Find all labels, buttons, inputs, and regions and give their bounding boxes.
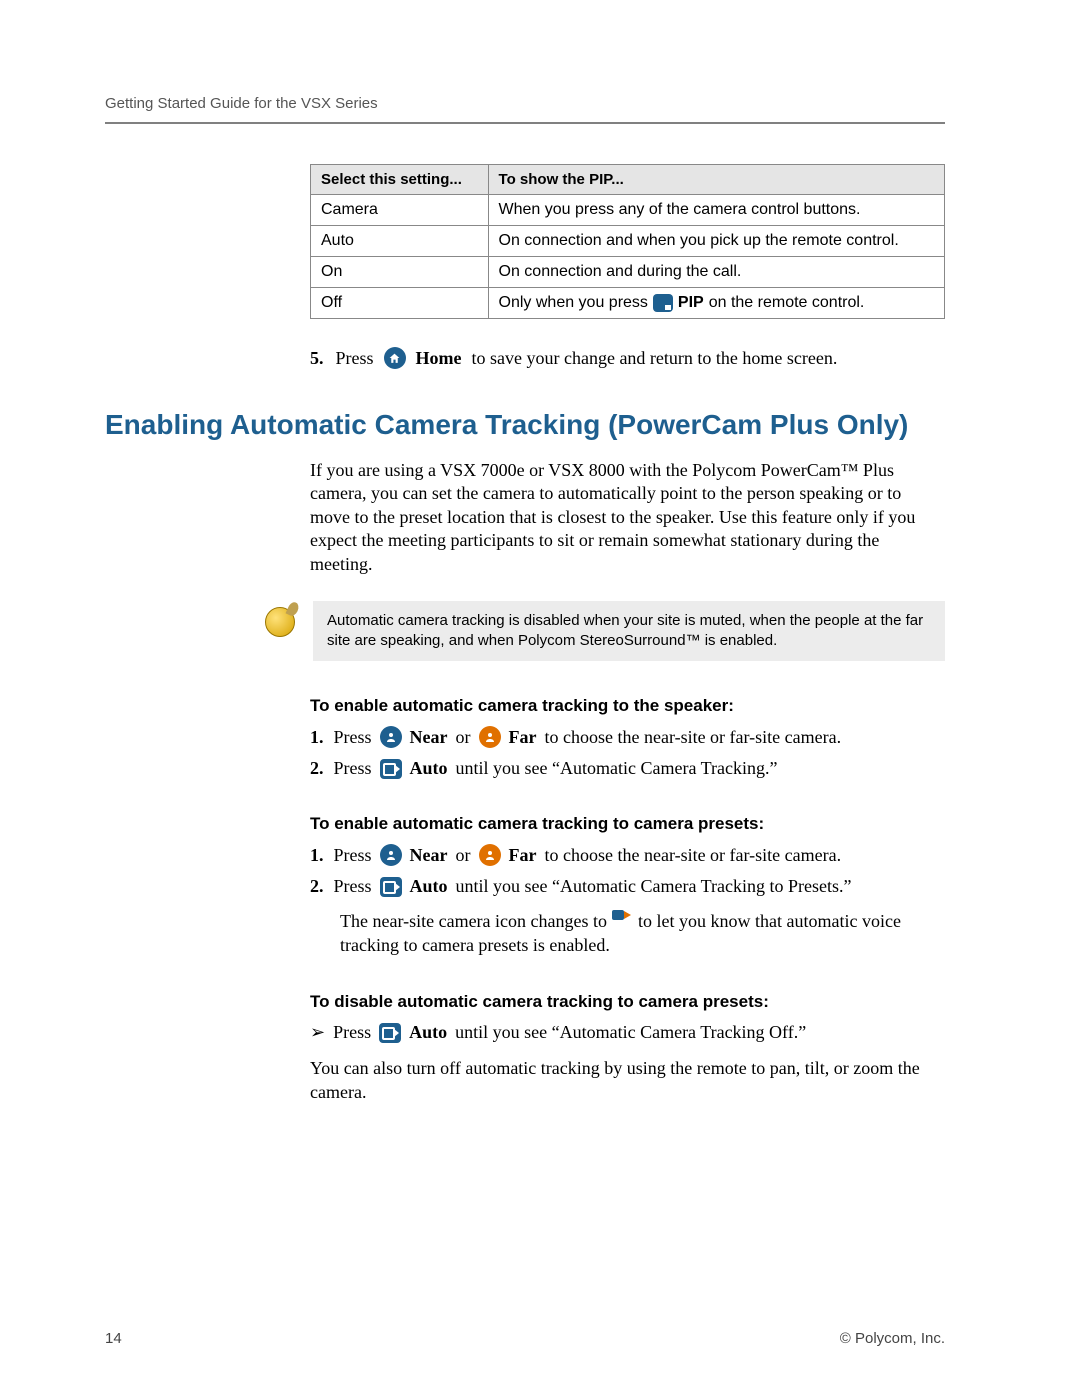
step-number: 2. — [310, 876, 324, 897]
table-row: Auto On connection and when you pick up … — [311, 226, 945, 257]
step-text: until you see “Automatic Camera Tracking… — [455, 1022, 806, 1043]
subheading-presets: To enable automatic camera tracking to c… — [310, 814, 945, 834]
subheading-speaker: To enable automatic camera tracking to t… — [310, 696, 945, 716]
presets-steps: 1. Press Near or Far to choose the near-… — [310, 844, 945, 897]
pip-icon — [653, 294, 673, 312]
step-text: or — [456, 727, 471, 748]
section-heading: Enabling Automatic Camera Tracking (Powe… — [105, 409, 945, 441]
auto-label: Auto — [410, 876, 448, 897]
list-item: 1. Press Near or Far to choose the near-… — [310, 726, 945, 748]
note-block: Automatic camera tracking is disabled wh… — [265, 601, 945, 662]
disable-step: ➢ Press Auto until you see “Automatic Ca… — [310, 1022, 945, 1043]
cell-text: on the remote control. — [709, 294, 865, 312]
arrow-bullet: ➢ — [310, 1022, 325, 1043]
step-text: until you see “Automatic Camera Tracking… — [456, 876, 852, 897]
far-icon — [479, 726, 501, 748]
presets-extra: The near-site camera icon changes to to … — [340, 907, 945, 957]
step-text: Press — [334, 845, 372, 866]
cell-desc: On connection and when you pick up the r… — [488, 226, 944, 257]
cell-bold: PIP — [678, 294, 704, 312]
near-icon — [380, 844, 402, 866]
step-5: 5. Press Home to save your change and re… — [310, 347, 945, 369]
document-page: Getting Started Guide for the VSX Series… — [0, 0, 1080, 1397]
near-label: Near — [410, 727, 448, 748]
cell-text: Only when you press — [499, 294, 648, 312]
far-label: Far — [509, 727, 537, 748]
copyright: © Polycom, Inc. — [840, 1330, 945, 1347]
cell-desc: On connection and during the call. — [488, 257, 944, 288]
extra-text: The near-site camera icon changes to — [340, 911, 612, 931]
auto-icon — [380, 877, 402, 897]
step-number: 1. — [310, 727, 324, 748]
pip-table-wrap: Select this setting... To show the PIP..… — [310, 164, 945, 319]
far-icon — [479, 844, 501, 866]
list-item: 2. Press Auto until you see “Automatic C… — [310, 758, 945, 779]
auto-label: Auto — [409, 1022, 447, 1043]
table-row: Off Only when you press PIP on the remot… — [311, 288, 945, 319]
home-label: Home — [416, 348, 462, 369]
closing-paragraph: You can also turn off automatic tracking… — [310, 1057, 945, 1104]
camera-tracking-icon — [612, 907, 634, 927]
step-text: to save your change and return to the ho… — [472, 348, 838, 369]
header-rule — [105, 122, 945, 124]
step-text: Press — [333, 1022, 371, 1043]
cell-setting: Auto — [311, 226, 489, 257]
step-text: to choose the near-site or far-site came… — [544, 845, 841, 866]
step-text: to choose the near-site or far-site came… — [544, 727, 841, 748]
page-footer: 14 © Polycom, Inc. — [105, 1330, 945, 1347]
table-header-desc: To show the PIP... — [488, 165, 944, 195]
auto-icon — [379, 1023, 401, 1043]
far-label: Far — [509, 845, 537, 866]
step-text: Press — [336, 348, 374, 369]
speaker-steps: 1. Press Near or Far to choose the near-… — [310, 726, 945, 779]
cell-desc: Only when you press PIP on the remote co… — [488, 288, 944, 319]
near-label: Near — [410, 845, 448, 866]
near-icon — [380, 726, 402, 748]
step-text: or — [456, 845, 471, 866]
cell-setting: Off — [311, 288, 489, 319]
cell-desc: When you press any of the camera control… — [488, 195, 944, 226]
running-header: Getting Started Guide for the VSX Series — [105, 95, 945, 122]
step-text: Press — [334, 876, 372, 897]
page-number: 14 — [105, 1330, 122, 1347]
list-item: 2. Press Auto until you see “Automatic C… — [310, 876, 945, 897]
step-text: until you see “Automatic Camera Tracking… — [456, 758, 778, 779]
subheading-disable: To disable automatic camera tracking to … — [310, 992, 945, 1012]
intro-paragraph: If you are using a VSX 7000e or VSX 8000… — [310, 459, 945, 576]
note-text: Automatic camera tracking is disabled wh… — [313, 601, 945, 662]
home-icon — [384, 347, 406, 369]
step-text: Press — [334, 727, 372, 748]
auto-label: Auto — [410, 758, 448, 779]
pip-settings-table: Select this setting... To show the PIP..… — [310, 164, 945, 319]
step-number: 1. — [310, 845, 324, 866]
auto-icon — [380, 759, 402, 779]
table-header-setting: Select this setting... — [311, 165, 489, 195]
step-number: 5. — [310, 348, 324, 369]
step-number: 2. — [310, 758, 324, 779]
cell-setting: Camera — [311, 195, 489, 226]
cell-setting: On — [311, 257, 489, 288]
step-text: Press — [334, 758, 372, 779]
table-row: Camera When you press any of the camera … — [311, 195, 945, 226]
table-row: On On connection and during the call. — [311, 257, 945, 288]
note-icon — [265, 607, 295, 637]
list-item: 1. Press Near or Far to choose the near-… — [310, 844, 945, 866]
